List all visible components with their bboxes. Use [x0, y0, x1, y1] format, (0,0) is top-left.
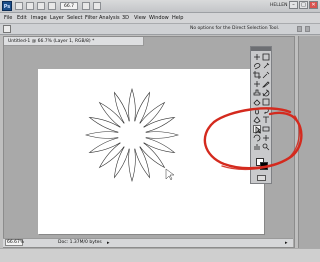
- eraser-tool-icon[interactable]: [253, 98, 261, 106]
- flower-petal: [134, 91, 150, 124]
- quick-mask-icon[interactable]: [257, 175, 266, 181]
- flower-petal: [145, 131, 180, 139]
- flower-petal: [134, 146, 150, 179]
- menu-image[interactable]: Image: [31, 14, 47, 22]
- menu-edit[interactable]: Edit: [17, 14, 27, 22]
- eyedropper-tool-icon[interactable]: [262, 71, 270, 79]
- marquee-tool-icon[interactable]: [262, 53, 270, 61]
- pen-tool-icon[interactable]: [253, 116, 261, 124]
- maximize-button[interactable]: □: [299, 1, 308, 9]
- zoom-tool-icon[interactable]: [262, 143, 270, 151]
- flower-petal: [98, 101, 125, 128]
- panel-area: [298, 36, 320, 248]
- status-bar: 66.67% Doc: 1.37M/0 bytes ▸ ▸: [3, 238, 293, 247]
- quick-selection-tool-icon[interactable]: [262, 62, 270, 70]
- status-zoom-field[interactable]: 66.67%: [5, 239, 24, 246]
- blur-tool-icon[interactable]: [253, 107, 261, 115]
- menu-window[interactable]: Window: [149, 14, 169, 22]
- flower-petal: [88, 117, 121, 133]
- tools-panel-grip[interactable]: [251, 47, 271, 51]
- direct-selection-preset-icon[interactable]: [3, 25, 11, 33]
- menu-layer[interactable]: Layer: [50, 14, 64, 22]
- tools-panel: [250, 46, 272, 184]
- 3d-orbit-tool-icon[interactable]: [262, 134, 270, 142]
- title-bar: Ps 66.7 HELLEN – □ ✕: [0, 0, 320, 13]
- flower-petal: [139, 142, 166, 169]
- taskbar-strip: [0, 248, 320, 262]
- flower-petal: [98, 142, 125, 169]
- status-menu-arrow-icon[interactable]: ▸: [107, 239, 110, 247]
- flower-petal: [143, 137, 176, 153]
- hand-tool-icon[interactable]: [253, 143, 261, 151]
- menu-select[interactable]: Select: [67, 14, 82, 22]
- minimize-button[interactable]: –: [289, 1, 298, 9]
- menu-help[interactable]: Help: [172, 14, 183, 22]
- 3d-rotate-tool-icon[interactable]: [253, 134, 261, 142]
- flower-shape-path[interactable]: [38, 69, 264, 234]
- history-brush-tool-icon[interactable]: [262, 89, 270, 97]
- menu-filter[interactable]: Filter: [85, 14, 97, 22]
- spot-healing-tool-icon[interactable]: [253, 80, 261, 88]
- screen-mode-icon[interactable]: [93, 2, 101, 10]
- menu-file[interactable]: File: [4, 14, 12, 22]
- clone-stamp-tool-icon[interactable]: [253, 89, 261, 97]
- gradient-tool-icon[interactable]: [262, 98, 270, 106]
- mini-bridge-icon[interactable]: [26, 2, 34, 10]
- options-bar: No options for the Direct Selection Tool…: [0, 24, 320, 35]
- flower-petal: [128, 148, 136, 183]
- type-tool-icon[interactable]: [262, 116, 270, 124]
- scroll-right-icon[interactable]: ▸: [285, 239, 288, 247]
- dodge-tool-icon[interactable]: [262, 107, 270, 115]
- view-extras-icon[interactable]: [37, 2, 45, 10]
- flower-petal: [143, 117, 176, 133]
- document-size-info[interactable]: Doc: 1.37M/0 bytes: [58, 239, 102, 247]
- flower-petal: [84, 131, 119, 139]
- options-message: No options for the Direct Selection Tool…: [190, 26, 280, 31]
- flower-petal: [139, 101, 166, 128]
- menu-3d[interactable]: 3D: [122, 14, 129, 22]
- crop-tool-icon[interactable]: [253, 71, 261, 79]
- lasso-tool-icon[interactable]: [253, 62, 261, 70]
- move-tool-icon[interactable]: [253, 53, 261, 61]
- flower-petal: [114, 91, 130, 124]
- document-tab[interactable]: Untitled-1 @ 66.7% (Layer 1, RGB/8) *: [4, 37, 144, 46]
- shape-tool-icon[interactable]: [262, 125, 270, 133]
- flower-petal: [88, 137, 121, 153]
- zoom-level-dropdown[interactable]: 66.7: [60, 2, 78, 10]
- menu-view[interactable]: View: [134, 14, 146, 22]
- bridge-icon[interactable]: [15, 2, 23, 10]
- flower-petal: [114, 146, 130, 179]
- arrange-documents-icon[interactable]: [82, 2, 90, 10]
- panel-dock-icon[interactable]: [297, 26, 302, 32]
- hand-icon[interactable]: [48, 2, 56, 10]
- menu-bar: File Edit Image Layer Select Filter Anal…: [0, 13, 320, 24]
- direct-selection-tool-icon[interactable]: [253, 125, 262, 134]
- panel-menu-icon[interactable]: [305, 26, 310, 32]
- workspace-switcher[interactable]: HELLEN: [270, 3, 287, 8]
- flower-petal: [128, 87, 136, 122]
- photoshop-logo: Ps: [2, 1, 12, 11]
- menu-analysis[interactable]: Analysis: [99, 14, 120, 22]
- photoshop-window: Ps 66.7 HELLEN – □ ✕ File Edit Image Lay…: [0, 0, 320, 262]
- close-button[interactable]: ✕: [309, 1, 318, 9]
- brush-tool-icon[interactable]: [262, 80, 270, 88]
- background-color-swatch[interactable]: [260, 162, 268, 170]
- canvas[interactable]: [38, 69, 264, 234]
